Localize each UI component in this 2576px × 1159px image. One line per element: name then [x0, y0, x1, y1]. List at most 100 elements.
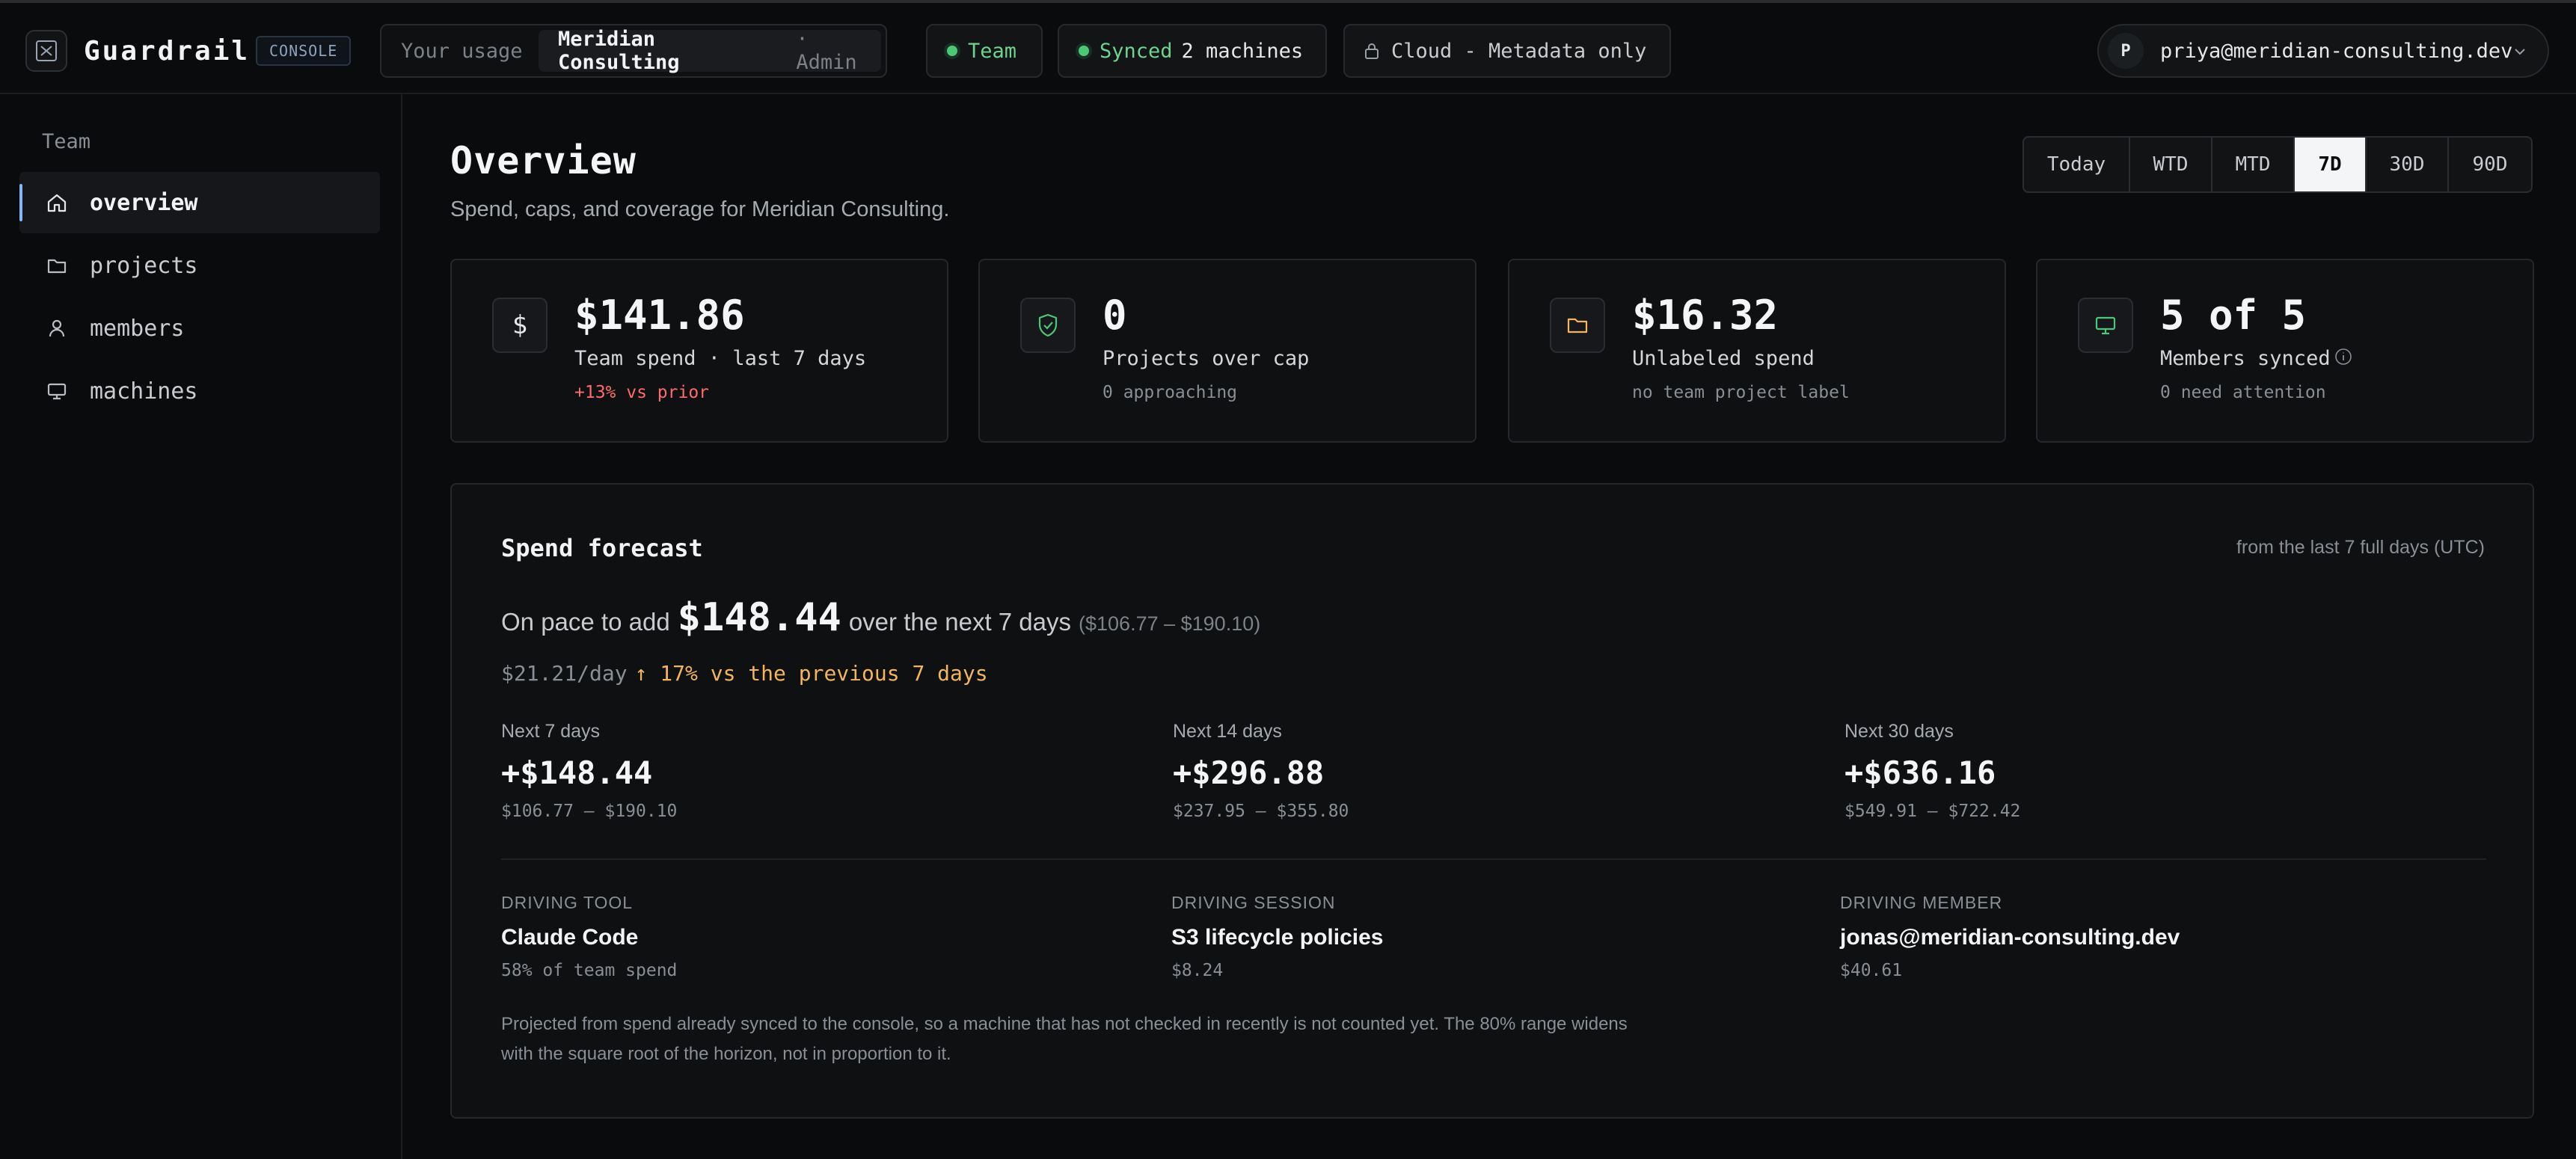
daily-rate: $21.21/day ↑ 17% vs the previous 7 days	[501, 661, 988, 686]
team-status-pill[interactable]: Team	[926, 24, 1043, 78]
stat-card-team-spend[interactable]: $ $141.86 Team spend · last 7 days +13% …	[450, 259, 948, 443]
monitor-icon	[2078, 298, 2133, 353]
driver-sub: $8.24	[1171, 961, 1224, 980]
range-today[interactable]: Today	[2024, 138, 2130, 191]
forecast-note: from the last 7 full days (UTC)	[2236, 537, 2485, 558]
horizon-value: +$148.44	[501, 754, 653, 791]
status-dot-icon	[947, 46, 957, 56]
pace-band: ($106.77 – $190.10)	[1079, 612, 1261, 635]
sidebar-item-label: projects	[90, 252, 198, 279]
daily-rate-value: $21.21/day	[501, 661, 628, 686]
shield-check-icon	[1020, 298, 1076, 353]
avatar: P	[2108, 33, 2144, 69]
home-icon	[45, 191, 69, 215]
stat-card-projects-over-cap[interactable]: 0 Projects over cap 0 approaching	[978, 259, 1476, 443]
horizon-range: $106.77 – $190.10	[501, 802, 678, 821]
lock-icon	[1364, 42, 1379, 60]
horizon-7d: Next 7 days +$148.44 $106.77 – $190.10	[501, 721, 677, 821]
team-pill-label: Team	[968, 39, 1017, 63]
range-wtd[interactable]: WTD	[2130, 138, 2212, 191]
user-email: priya@meridian-consulting.dev	[2160, 39, 2513, 63]
stat-label: Members synced	[2160, 347, 2353, 372]
stat-value: $16.32	[1632, 292, 1779, 339]
horizon-value: +$636.16	[1844, 754, 1996, 791]
pace-suffix: over the next 7 days	[848, 608, 1072, 636]
role-label: · Admin	[796, 28, 857, 74]
driver-sub: $40.61	[1840, 961, 1903, 980]
forecast-pace: On pace to add $148.44 over the next 7 d…	[501, 595, 1260, 640]
driving-session: DRIVING SESSION S3 lifecycle policies $8…	[1171, 893, 1384, 980]
forecast-title: Spend forecast	[501, 534, 703, 562]
date-range-selector: Today WTD MTD 7D 30D 90D	[2023, 136, 2533, 193]
brand-name: Guardrail	[84, 36, 251, 67]
sidebar-item-overview[interactable]: overview	[19, 172, 380, 233]
forecast-footnote: Projected from spend already synced to t…	[501, 1014, 1628, 1064]
sidebar-item-label: members	[90, 315, 185, 342]
stat-label: Projects over cap	[1103, 347, 1310, 370]
horizon-14d: Next 14 days +$296.88 $237.95 – $355.80	[1173, 721, 1349, 821]
horizon-label: Next 30 days	[1844, 721, 1954, 742]
stat-value: 5 of 5	[2160, 292, 2307, 339]
monitor-icon	[45, 379, 69, 403]
sidebar: Team overview projects members machines	[0, 94, 402, 1159]
driver-value[interactable]: jonas@meridian-consulting.dev	[1840, 925, 2180, 950]
horizon-range: $237.95 – $355.80	[1173, 802, 1349, 821]
range-mtd[interactable]: MTD	[2212, 138, 2295, 191]
guardrail-logo-icon[interactable]	[25, 30, 67, 72]
horizon-range: $549.91 – $722.42	[1844, 802, 2021, 821]
sidebar-item-members[interactable]: members	[19, 298, 380, 359]
stat-label-text: Members synced	[2160, 347, 2331, 370]
sidebar-item-projects[interactable]: projects	[19, 235, 380, 296]
page-subtitle: Spend, caps, and coverage for Meridian C…	[450, 197, 950, 221]
stat-label: Unlabeled spend	[1632, 347, 1815, 370]
driving-tool: DRIVING TOOL Claude Code 58% of team spe…	[501, 893, 677, 980]
stat-sub: 0 approaching	[1103, 383, 1238, 402]
range-90d[interactable]: 90D	[2449, 138, 2531, 191]
driver-label: DRIVING MEMBER	[1840, 893, 2003, 912]
org-scope-tab[interactable]: Meridian Consulting · Admin	[539, 28, 881, 74]
sidebar-heading: Team	[42, 130, 91, 153]
sidebar-item-machines[interactable]: machines	[19, 360, 380, 422]
user-menu[interactable]: P priya@meridian-consulting.dev	[2097, 24, 2549, 78]
page-title: Overview	[450, 139, 637, 182]
user-icon	[45, 316, 69, 340]
sync-status: Synced	[1100, 39, 1173, 63]
cloud-mode-pill[interactable]: Cloud - Metadata only	[1343, 24, 1671, 78]
sidebar-item-label: machines	[90, 378, 198, 405]
stat-value: 0	[1103, 292, 1127, 339]
stat-sub: 0 need attention	[2160, 383, 2326, 402]
range-30d[interactable]: 30D	[2367, 138, 2449, 191]
sync-detail: 2 machines	[1181, 39, 1304, 63]
stat-label: Team spend · last 7 days	[574, 347, 867, 370]
driver-value[interactable]: S3 lifecycle policies	[1171, 925, 1384, 950]
chevron-down-icon	[2512, 42, 2528, 65]
driving-member: DRIVING MEMBER jonas@meridian-consulting…	[1840, 893, 2180, 980]
cloud-mode-label: Cloud - Metadata only	[1391, 39, 1647, 63]
spend-forecast-panel: Spend forecast from the last 7 full days…	[450, 483, 2534, 1119]
horizon-label: Next 14 days	[1173, 721, 1282, 742]
driver-sub: 58% of team spend	[501, 961, 678, 980]
stat-sub: no team project label	[1632, 383, 1850, 402]
folder-icon	[1550, 298, 1605, 353]
your-usage-tab[interactable]: Your usage	[401, 25, 523, 76]
folder-icon	[45, 253, 69, 277]
org-name: Meridian Consulting	[558, 28, 680, 74]
stat-card-members-synced[interactable]: 5 of 5 Members synced 0 need attention	[2036, 259, 2534, 443]
sync-status-pill[interactable]: Synced 2 machines	[1058, 24, 1327, 78]
stat-value: $141.86	[574, 292, 745, 339]
horizon-label: Next 7 days	[501, 721, 601, 742]
console-badge: CONSOLE	[256, 36, 352, 66]
info-icon[interactable]	[2334, 347, 2353, 372]
stat-card-unlabeled-spend[interactable]: $16.32 Unlabeled spend no team project l…	[1508, 259, 2006, 443]
rate-change: ↑ 17% vs the previous 7 days	[634, 661, 988, 686]
range-7d[interactable]: 7D	[2295, 138, 2367, 191]
top-bar: Guardrail CONSOLE Your usage Meridian Co…	[0, 0, 2576, 94]
scope-switcher: Your usage Meridian Consulting · Admin	[380, 24, 887, 78]
divider	[501, 858, 2486, 860]
stat-change: +13% vs prior	[574, 383, 710, 402]
dollar-icon: $	[492, 298, 548, 353]
driver-value[interactable]: Claude Code	[501, 925, 677, 950]
pace-prefix: On pace to add	[501, 608, 670, 636]
horizon-30d: Next 30 days +$636.16 $549.91 – $722.42	[1844, 721, 2020, 821]
pace-value: $148.44	[677, 595, 841, 640]
